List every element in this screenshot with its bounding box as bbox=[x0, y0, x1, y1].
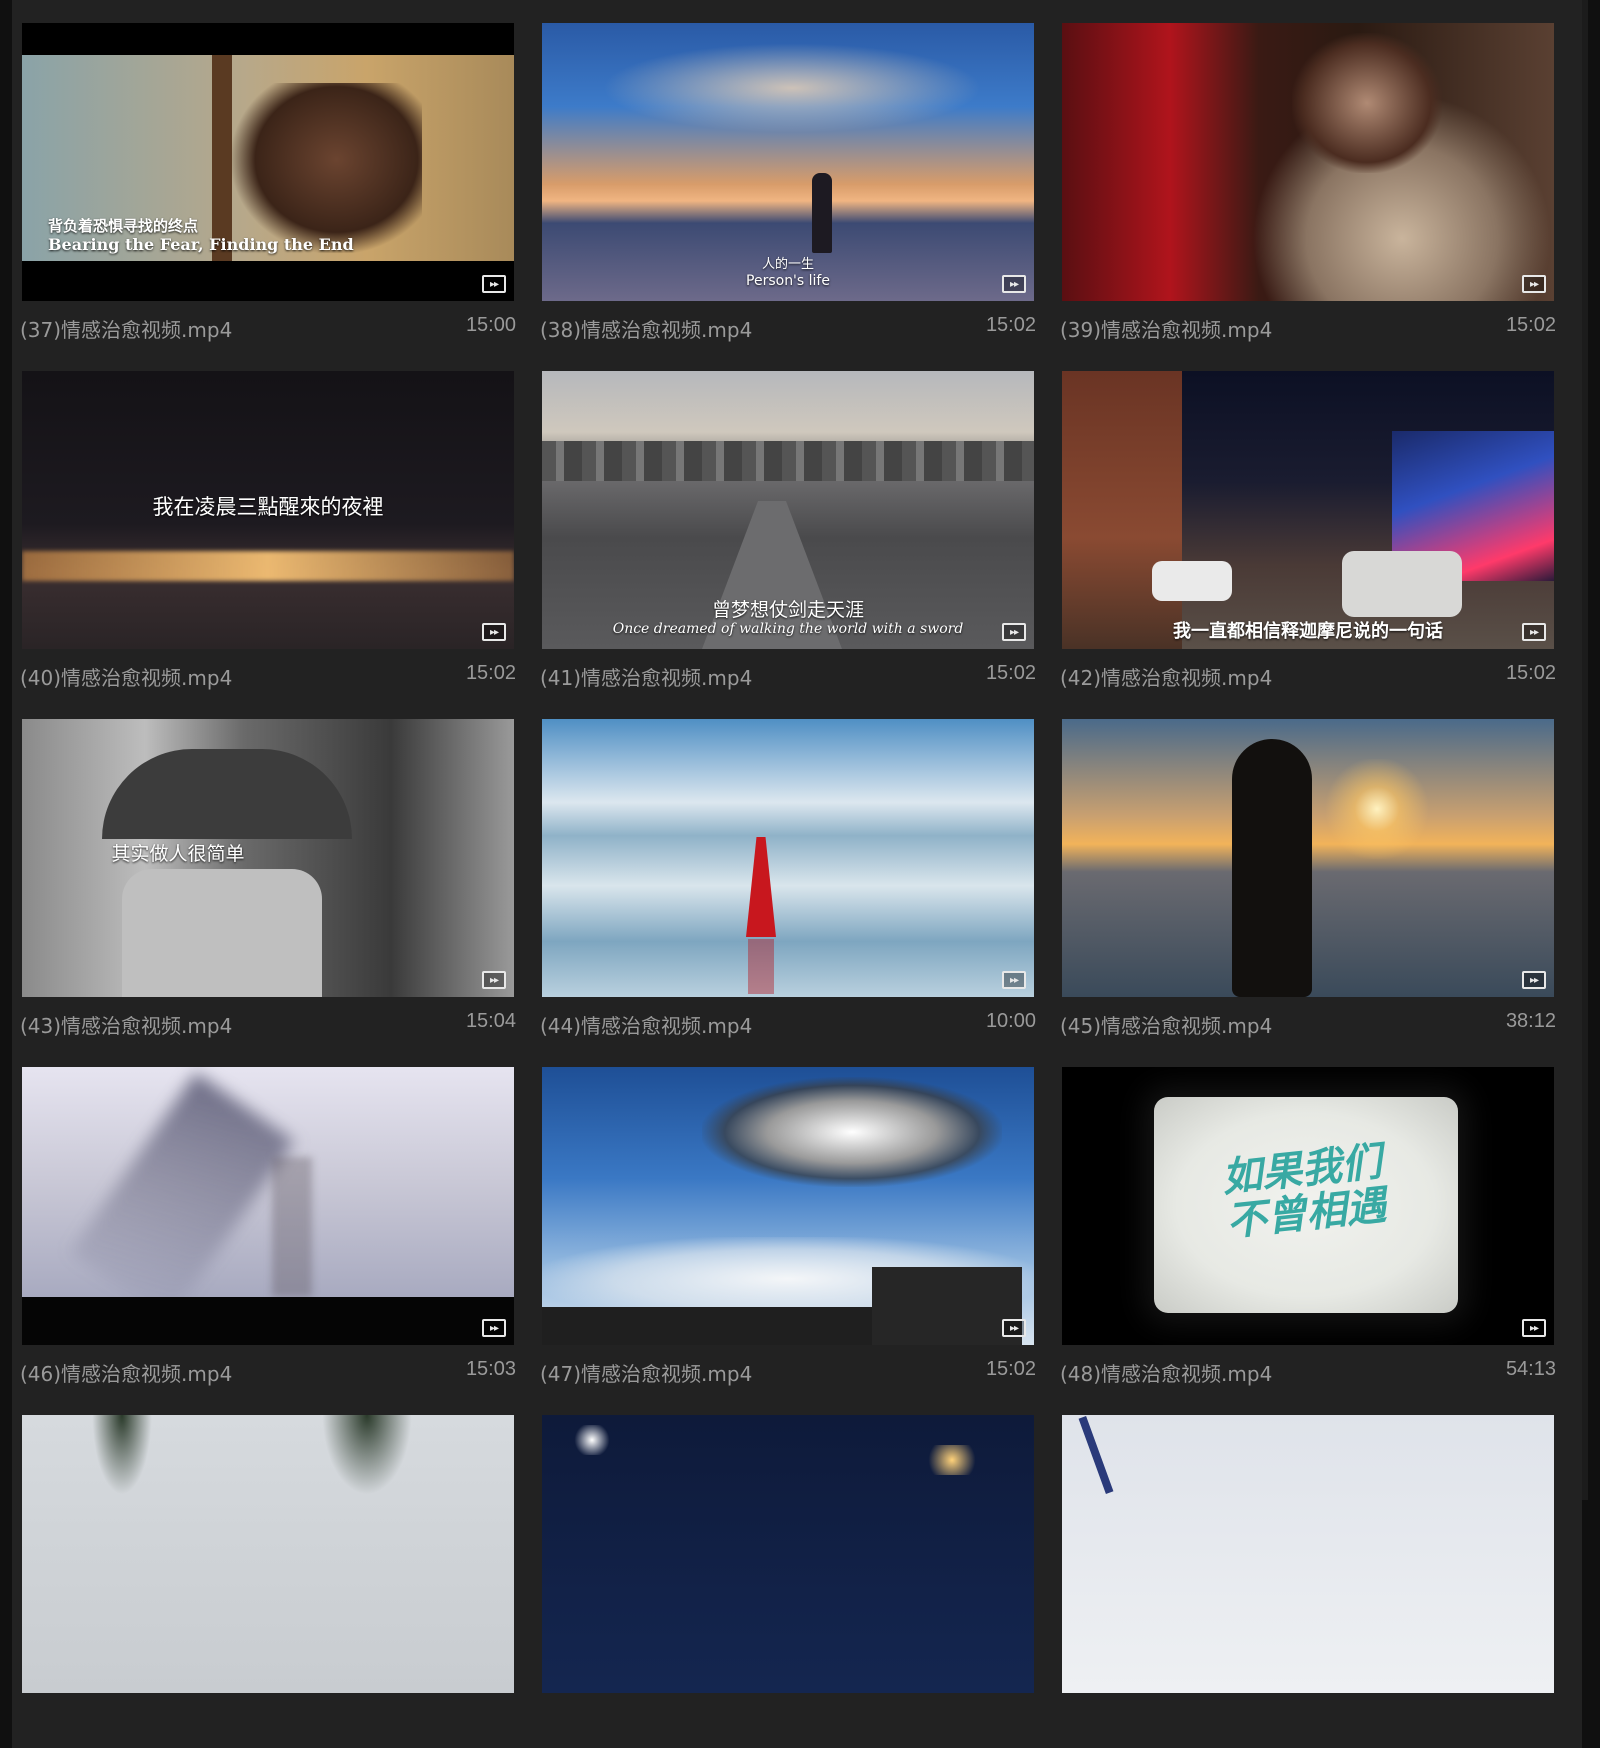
logo-text: 如果我们不曾相遇 bbox=[1219, 1137, 1389, 1246]
subtitle-english: Person's life bbox=[746, 273, 830, 289]
duration: 15:02 bbox=[985, 662, 1036, 684]
audio-video-icon: ▸▸ bbox=[482, 623, 506, 641]
video-thumbnail[interactable] bbox=[542, 1415, 1034, 1693]
video-thumbnail[interactable]: ▸▸ bbox=[1062, 719, 1554, 997]
subtitle-chinese: 背负着恐惧寻找的终点 bbox=[48, 217, 199, 235]
audio-video-icon: ▸▸ bbox=[1002, 971, 1026, 989]
video-grid: 背负着恐惧寻找的终点 Bearing the Fear, Finding the… bbox=[12, 0, 1588, 1748]
video-thumbnail[interactable]: 人的一生 Person's life ▸▸ bbox=[542, 23, 1034, 301]
audio-video-icon: ▸▸ bbox=[1002, 275, 1026, 293]
duration: 38:12 bbox=[1505, 1010, 1556, 1032]
video-item[interactable]: 我一直都相信释迦摩尼说的一句话 ▸▸ (42)情感治愈视频.mp4 15:02 bbox=[1052, 348, 1582, 704]
audio-video-icon: ▸▸ bbox=[1522, 275, 1546, 293]
subtitle-english: Once dreamed of walking the world with a… bbox=[612, 621, 964, 637]
subtitle-chinese: 其实做人很简单 bbox=[111, 843, 245, 865]
video-thumbnail[interactable]: 我一直都相信释迦摩尼说的一句话 ▸▸ bbox=[1062, 371, 1554, 649]
video-thumbnail[interactable]: ▸▸ bbox=[22, 1067, 514, 1345]
audio-video-icon: ▸▸ bbox=[1522, 971, 1546, 989]
video-item[interactable]: 如果我们不曾相遇 ▸▸ (48)情感治愈视频.mp4 54:13 bbox=[1052, 1044, 1582, 1400]
duration: 15:02 bbox=[1505, 662, 1556, 684]
video-item[interactable]: 曾梦想仗剑走天涯 Once dreamed of walking the wor… bbox=[532, 348, 1062, 704]
file-name[interactable]: (38)情感治愈视频.mp4 bbox=[540, 314, 752, 343]
video-item[interactable] bbox=[1052, 1392, 1582, 1748]
file-name[interactable]: (40)情感治愈视频.mp4 bbox=[20, 662, 232, 691]
video-item[interactable]: ▸▸ (47)情感治愈视频.mp4 15:02 bbox=[532, 1044, 1062, 1400]
audio-video-icon: ▸▸ bbox=[1002, 623, 1026, 641]
subtitle-chinese: 人的一生 bbox=[761, 257, 814, 272]
audio-video-icon: ▸▸ bbox=[1522, 623, 1546, 641]
duration: 15:03 bbox=[465, 1358, 516, 1380]
duration: 15:02 bbox=[465, 662, 516, 684]
video-thumbnail[interactable] bbox=[22, 1415, 514, 1693]
video-item[interactable] bbox=[532, 1392, 1062, 1748]
duration: 54:13 bbox=[1505, 1358, 1556, 1380]
video-thumbnail[interactable]: ▸▸ bbox=[542, 1067, 1034, 1345]
subtitle-chinese: 我一直都相信释迦摩尼说的一句话 bbox=[1173, 621, 1443, 642]
duration: 15:04 bbox=[465, 1010, 516, 1032]
file-name[interactable]: (44)情感治愈视频.mp4 bbox=[540, 1010, 752, 1039]
video-item[interactable]: 人的一生 Person's life ▸▸ (38)情感治愈视频.mp4 15:… bbox=[532, 0, 1062, 356]
video-item[interactable]: 背负着恐惧寻找的终点 Bearing the Fear, Finding the… bbox=[12, 0, 542, 356]
subtitle-chinese: 我在凌晨三點醒來的夜裡 bbox=[152, 495, 384, 519]
file-name[interactable]: (48)情感治愈视频.mp4 bbox=[1060, 1358, 1272, 1387]
video-item[interactable]: ▸▸ (39)情感治愈视频.mp4 15:02 bbox=[1052, 0, 1582, 356]
video-thumbnail[interactable]: 曾梦想仗剑走天涯 Once dreamed of walking the wor… bbox=[542, 371, 1034, 649]
file-name[interactable]: (41)情感治愈视频.mp4 bbox=[540, 662, 752, 691]
duration: 15:00 bbox=[465, 314, 516, 336]
video-item[interactable]: 我在凌晨三點醒來的夜裡 ▸▸ (40)情感治愈视频.mp4 15:02 bbox=[12, 348, 542, 704]
file-name[interactable]: (45)情感治愈视频.mp4 bbox=[1060, 1010, 1272, 1039]
video-item[interactable]: ▸▸ (46)情感治愈视频.mp4 15:03 bbox=[12, 1044, 542, 1400]
audio-video-icon: ▸▸ bbox=[482, 1319, 506, 1337]
video-thumbnail[interactable]: 背负着恐惧寻找的终点 Bearing the Fear, Finding the… bbox=[22, 23, 514, 301]
audio-video-icon: ▸▸ bbox=[482, 275, 506, 293]
file-name[interactable]: (46)情感治愈视频.mp4 bbox=[20, 1358, 232, 1387]
video-item[interactable]: 其实做人很简单 ▸▸ (43)情感治愈视频.mp4 15:04 bbox=[12, 696, 542, 1052]
duration: 15:02 bbox=[1505, 314, 1556, 336]
video-thumbnail[interactable]: 如果我们不曾相遇 ▸▸ bbox=[1062, 1067, 1554, 1345]
video-thumbnail[interactable]: ▸▸ bbox=[1062, 23, 1554, 301]
audio-video-icon: ▸▸ bbox=[482, 971, 506, 989]
video-item[interactable]: ▸▸ (45)情感治愈视频.mp4 38:12 bbox=[1052, 696, 1582, 1052]
video-thumbnail[interactable]: 其实做人很简单 ▸▸ bbox=[22, 719, 514, 997]
duration: 15:02 bbox=[985, 314, 1036, 336]
audio-video-icon: ▸▸ bbox=[1522, 1319, 1546, 1337]
duration: 10:00 bbox=[985, 1010, 1036, 1032]
video-thumbnail[interactable] bbox=[1062, 1415, 1554, 1693]
video-item[interactable]: ▸▸ (44)情感治愈视频.mp4 10:00 bbox=[532, 696, 1062, 1052]
subtitle-english: Bearing the Fear, Finding the End bbox=[48, 235, 354, 254]
title-card: 如果我们不曾相遇 bbox=[1154, 1097, 1458, 1313]
duration: 15:02 bbox=[985, 1358, 1036, 1380]
video-thumbnail[interactable]: ▸▸ bbox=[542, 719, 1034, 997]
file-name[interactable]: (42)情感治愈视频.mp4 bbox=[1060, 662, 1272, 691]
file-name[interactable]: (37)情感治愈视频.mp4 bbox=[20, 314, 232, 343]
video-item[interactable] bbox=[12, 1392, 542, 1748]
file-name[interactable]: (47)情感治愈视频.mp4 bbox=[540, 1358, 752, 1387]
video-thumbnail[interactable]: 我在凌晨三點醒來的夜裡 ▸▸ bbox=[22, 371, 514, 649]
file-name[interactable]: (39)情感治愈视频.mp4 bbox=[1060, 314, 1272, 343]
file-name[interactable]: (43)情感治愈视频.mp4 bbox=[20, 1010, 232, 1039]
subtitle-chinese: 曾梦想仗剑走天涯 bbox=[711, 599, 864, 621]
audio-video-icon: ▸▸ bbox=[1002, 1319, 1026, 1337]
